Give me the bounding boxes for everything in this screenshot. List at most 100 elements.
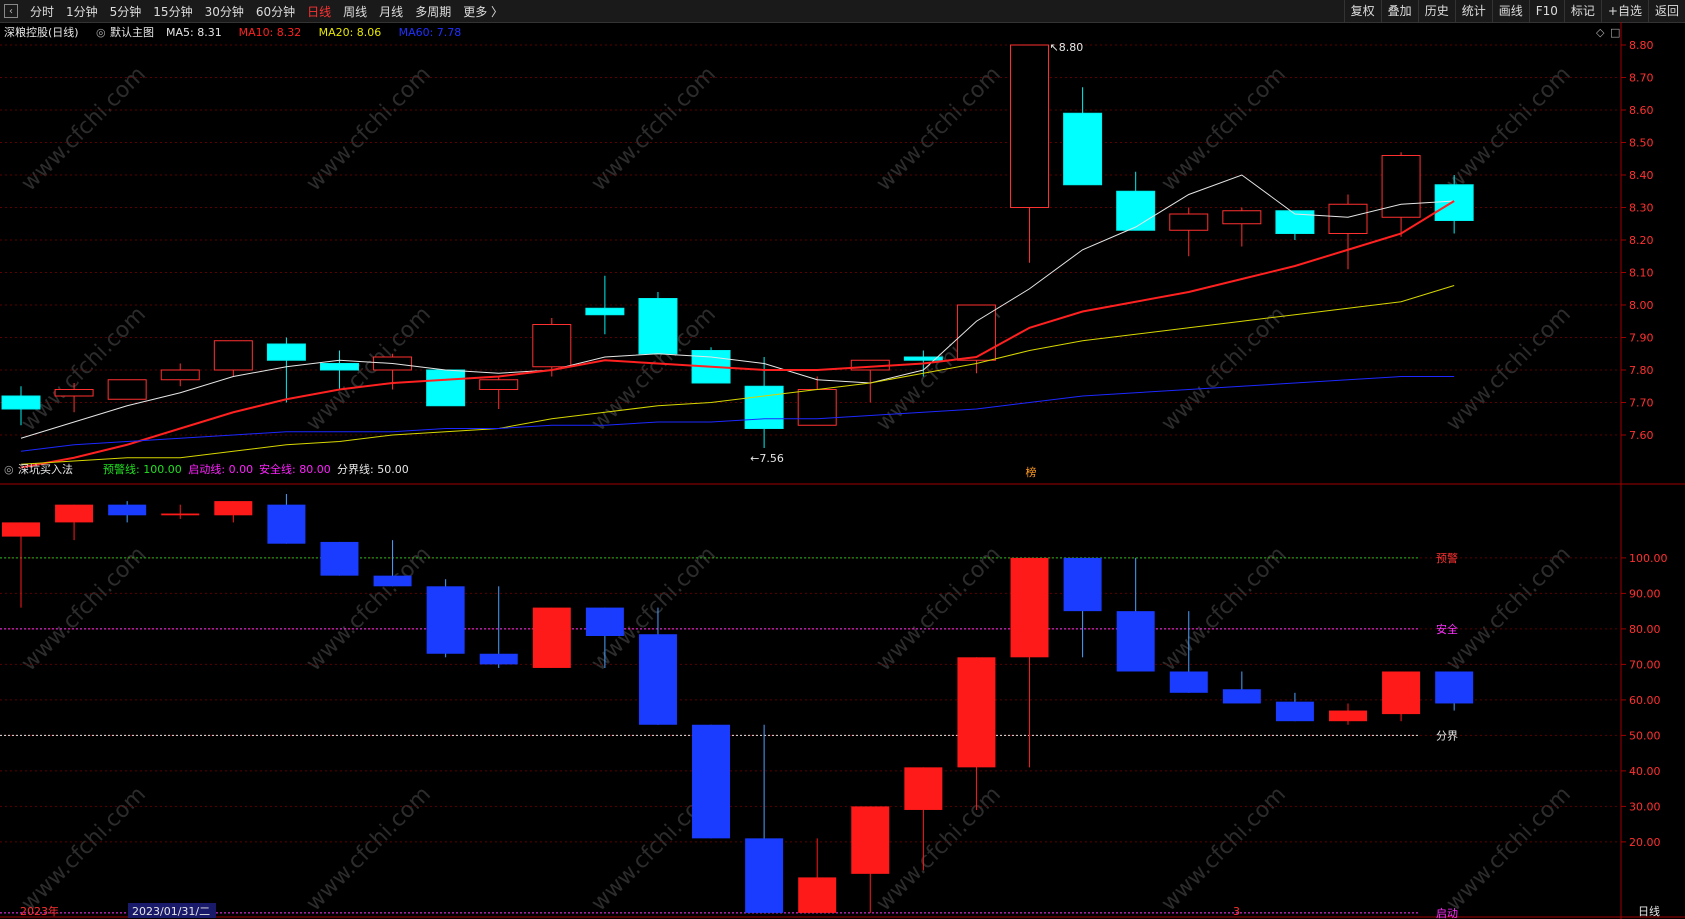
- indicator-icon: ◎: [4, 463, 14, 476]
- timeframe-tab-10[interactable]: 更多 〉: [457, 3, 509, 20]
- watermark-text: www.cfchi.com: [587, 62, 721, 196]
- toolbar-button-5[interactable]: F10: [1528, 0, 1564, 22]
- price-candle: [1328, 203, 1368, 234]
- indicator-bar: [479, 653, 518, 665]
- price-candle: [1169, 213, 1209, 231]
- watermark-text: www.cfchi.com: [872, 62, 1006, 196]
- price-axis-label: 7.80: [1629, 364, 1654, 377]
- toolbar-button-8[interactable]: 返回: [1647, 0, 1685, 22]
- price-candle: [744, 385, 784, 429]
- timeframe-tab-3[interactable]: 15分钟: [147, 3, 198, 20]
- price-candle: [1010, 44, 1050, 208]
- indicator-bar: [692, 724, 731, 839]
- diamond-icon: ◇: [1596, 26, 1605, 39]
- indicator-bar: [585, 607, 624, 636]
- indicator-bar: [1435, 671, 1474, 704]
- watermark-text: www.cfchi.com: [302, 782, 436, 916]
- toolbar-button-7[interactable]: +自选: [1600, 0, 1648, 22]
- indicator-axis-label: 40.00: [1629, 765, 1661, 778]
- indicator-axis-label: 100.00: [1629, 552, 1668, 565]
- high-price-marker: ↖8.80: [1050, 41, 1084, 54]
- indicator-bar: [798, 877, 837, 913]
- indicator-bar: [426, 586, 465, 654]
- indicator-param: 分界线: 50.00: [337, 462, 409, 476]
- price-candle: [107, 379, 147, 400]
- kline-chart[interactable]: www.cfchi.com www.cfchi.com www.cfchi.com w…: [0, 22, 1685, 919]
- timeframe-tab-1[interactable]: 1分钟: [60, 3, 104, 20]
- timeframe-tab-5[interactable]: 60分钟: [250, 3, 301, 20]
- left-arrow-icon[interactable]: ‹: [4, 4, 18, 18]
- indicator-bar: [1010, 557, 1049, 658]
- ma-legend: MA10: 8.32: [239, 26, 302, 39]
- date-label: 2023/01/31/二: [132, 905, 210, 918]
- timeframe-tab-8[interactable]: 月线: [373, 3, 409, 20]
- indicator-axis-label: 80.00: [1629, 623, 1661, 636]
- price-candle: [426, 369, 466, 407]
- period-label: 日线: [1638, 904, 1660, 918]
- indicator-bar: [904, 767, 943, 810]
- indicator-bar: [851, 806, 890, 874]
- indicator-bar: [957, 657, 996, 768]
- indicator-bar: [1169, 671, 1208, 693]
- price-candle: [160, 369, 200, 381]
- watermark-text: www.cfchi.com: [1157, 542, 1291, 676]
- price-axis-label: 7.70: [1629, 397, 1654, 410]
- price-candle: [1222, 210, 1262, 225]
- toolbar-button-2[interactable]: 历史: [1417, 0, 1455, 22]
- toolbar-button-0[interactable]: 复权: [1343, 0, 1381, 22]
- watermark-text: www.cfchi.com: [1157, 782, 1291, 916]
- price-candle: [479, 379, 519, 390]
- template-label: 默认主图: [110, 26, 154, 39]
- stock-title: 深粮控股(日线): [4, 25, 79, 39]
- toolbar-button-4[interactable]: 画线: [1491, 0, 1529, 22]
- price-axis: 7.60 7.70 7.80 7.90 8.00 8.10 8.20 8.30 8.40 8.50…: [1621, 39, 1668, 849]
- price-axis-label: 8.60: [1629, 104, 1654, 117]
- indicator-param: 安全线: 80.00: [259, 462, 331, 476]
- price-candle: [1063, 112, 1103, 186]
- indicator-bar: [1275, 701, 1314, 722]
- timeframe-tab-6[interactable]: 日线: [301, 3, 337, 20]
- period-toolbar: ‹ 分时 1分钟 5分钟 15分钟 30分钟 60分钟 日线 周线 月线 多周期 更多 〉 复权 叠加…: [0, 0, 1685, 23]
- price-axis-label: 8.80: [1629, 39, 1654, 52]
- watermark-text: www.cfchi.com: [17, 782, 151, 916]
- price-candle: [532, 324, 572, 368]
- toolbar-button-1[interactable]: 叠加: [1380, 0, 1418, 22]
- price-axis-label: 7.90: [1629, 332, 1654, 345]
- ma-legend: MA60: 7.78: [399, 26, 462, 39]
- ma-legend: MA5: 8.31: [166, 26, 222, 39]
- timeframe-tab-0[interactable]: 分时: [24, 3, 60, 20]
- ma-legend: MA20: 8.06: [319, 26, 382, 39]
- indicator-bar: [108, 504, 147, 516]
- watermark-text: www.cfchi.com: [1442, 302, 1576, 436]
- price-axis-label: 8.50: [1629, 137, 1654, 150]
- timeframe-tab-7[interactable]: 周线: [337, 3, 373, 20]
- indicator-bar: [2, 522, 40, 537]
- timeframe-tab-4[interactable]: 30分钟: [199, 3, 250, 20]
- event-tag: 榜: [1026, 465, 1037, 479]
- indicator-bars: [2, 494, 1474, 913]
- watermark-text: www.cfchi.com: [302, 62, 436, 196]
- toolbar-button-3[interactable]: 统计: [1454, 0, 1492, 22]
- indicator-bar: [55, 504, 94, 523]
- indicator-bar: [214, 501, 253, 516]
- price-candle: [266, 343, 306, 361]
- price-candle: [1, 395, 41, 410]
- year-label: 2023年: [20, 904, 59, 918]
- indicator-bar: [1063, 557, 1102, 612]
- watermark-text: www.cfchi.com: [1442, 782, 1576, 916]
- watermark-text: www.cfchi.com: [1442, 62, 1576, 196]
- price-axis-label: 8.70: [1629, 72, 1654, 85]
- price-axis-label: 8.10: [1629, 267, 1654, 280]
- toolbar-button-6[interactable]: 标记: [1563, 0, 1601, 22]
- price-candle: [213, 340, 253, 371]
- price-axis-label: 8.20: [1629, 234, 1654, 247]
- price-candle: [1116, 190, 1156, 231]
- reference-line-label: 启动: [1436, 907, 1458, 919]
- indicator-bar: [161, 513, 200, 516]
- indicator-param: 启动线: 0.00: [188, 462, 253, 476]
- timeframe-tab-2[interactable]: 5分钟: [104, 3, 148, 20]
- timeframe-tab-9[interactable]: 多周期: [409, 3, 457, 20]
- indicator-param: 预警线: 100.00: [103, 462, 182, 476]
- price-axis-label: 8.40: [1629, 169, 1654, 182]
- price-axis-label: 7.60: [1629, 429, 1654, 442]
